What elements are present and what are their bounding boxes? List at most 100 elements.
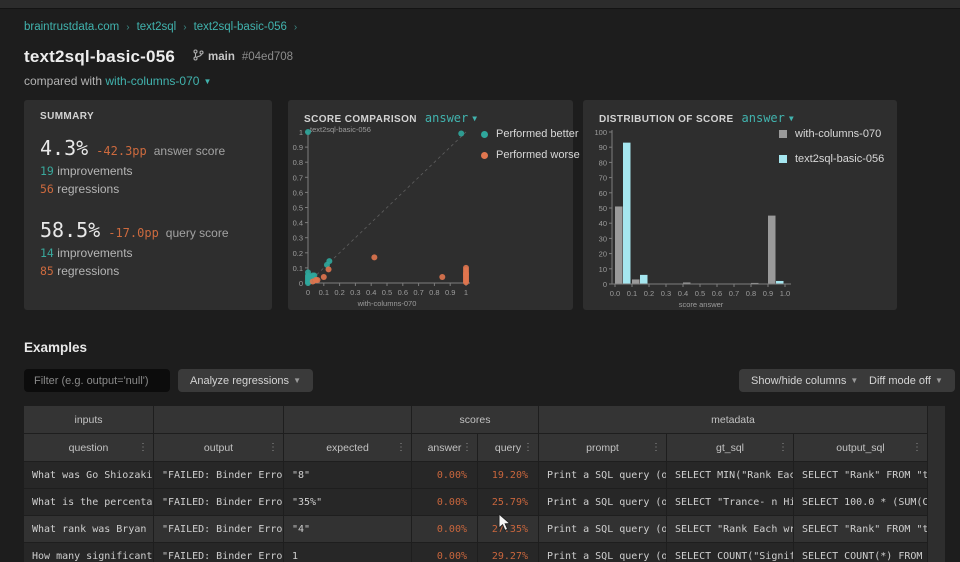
column-header-output[interactable]: output⋮ bbox=[154, 434, 284, 462]
breadcrumb-experiment-link[interactable]: text2sql-basic-056 bbox=[194, 21, 287, 33]
cell-query[interactable]: 27.35% bbox=[478, 516, 539, 543]
svg-text:0.6: 0.6 bbox=[293, 188, 303, 197]
svg-text:80: 80 bbox=[599, 158, 607, 167]
cell-answer[interactable]: 0.00% bbox=[412, 489, 478, 516]
column-header-gt_sql[interactable]: gt_sql⋮ bbox=[667, 434, 794, 462]
column-label: expected bbox=[326, 442, 369, 454]
cell-output[interactable]: "FAILED: Binder Error: Val… bbox=[154, 489, 284, 516]
svg-text:90: 90 bbox=[599, 143, 607, 152]
column-header-query[interactable]: query⋮ bbox=[478, 434, 539, 462]
cell-question[interactable]: What was Go Shiozaki's ran… bbox=[24, 462, 154, 489]
svg-text:60: 60 bbox=[599, 189, 607, 198]
cell-query[interactable]: 29.27% bbox=[478, 543, 539, 562]
column-menu-icon[interactable]: ⋮ bbox=[138, 442, 148, 453]
cell-gt_sql[interactable]: SELECT COUNT("Significant … bbox=[667, 543, 794, 562]
table-row[interactable]: What rank was Bryan Daniel…"FAILED: Bind… bbox=[24, 516, 928, 543]
cell-expected[interactable]: "35%" bbox=[284, 489, 412, 516]
diff-mode-button[interactable]: Diff mode off▼ bbox=[857, 369, 955, 392]
cell-query[interactable]: 25.79% bbox=[478, 489, 539, 516]
answer-regressions-count: 56 bbox=[40, 182, 54, 196]
cell-expected[interactable]: "4" bbox=[284, 516, 412, 543]
analyze-regressions-button[interactable]: Analyze regressions▼ bbox=[178, 369, 313, 392]
window-top-strip bbox=[0, 0, 960, 9]
chevron-down-icon: ▼ bbox=[293, 376, 301, 385]
svg-text:0.4: 0.4 bbox=[678, 289, 688, 298]
cell-gt_sql[interactable]: SELECT "Rank Each wrestler… bbox=[667, 516, 794, 543]
column-menu-icon[interactable]: ⋮ bbox=[396, 442, 406, 453]
git-branch-icon bbox=[193, 48, 204, 66]
cell-expected[interactable]: "8" bbox=[284, 462, 412, 489]
svg-text:20: 20 bbox=[599, 250, 607, 259]
svg-text:1.0: 1.0 bbox=[780, 289, 790, 298]
compared-with-row: compared with with-columns-070▼ bbox=[24, 74, 211, 88]
table-row[interactable]: What is the percentage of …"FAILED: Bind… bbox=[24, 489, 928, 516]
group-header-metadata: metadata bbox=[539, 406, 928, 434]
column-header-output_sql[interactable]: output_sql⋮ bbox=[794, 434, 928, 462]
cell-expected[interactable]: 1 bbox=[284, 543, 412, 562]
svg-text:0.9: 0.9 bbox=[763, 289, 773, 298]
cell-output_sql[interactable]: SELECT "Rank" FROM "table"… bbox=[794, 516, 928, 543]
cell-output_sql[interactable]: SELECT 100.0 * (SUM(CASE W… bbox=[794, 489, 928, 516]
svg-text:0: 0 bbox=[603, 280, 607, 289]
column-menu-icon[interactable]: ⋮ bbox=[912, 442, 922, 453]
compared-experiment-dropdown[interactable]: with-columns-070▼ bbox=[105, 74, 211, 88]
breadcrumb-project-link[interactable]: text2sql bbox=[137, 21, 177, 33]
column-menu-icon[interactable]: ⋮ bbox=[651, 442, 661, 453]
breadcrumb-org-link[interactable]: braintrustdata.com bbox=[24, 21, 119, 33]
cell-output_sql[interactable]: SELECT "Rank" FROM "table"… bbox=[794, 462, 928, 489]
svg-text:100: 100 bbox=[594, 128, 607, 137]
group-header-scores: scores bbox=[412, 406, 539, 434]
cell-question[interactable]: What is the percentage of … bbox=[24, 489, 154, 516]
table-group-header-row: inputsscoresmetadata bbox=[24, 406, 928, 434]
distribution-panel: DISTRIBUTION OF SCORE answer▼ 0102030405… bbox=[583, 100, 897, 310]
table-row[interactable]: How many significant relat…"FAILED: Bind… bbox=[24, 543, 928, 562]
cell-answer[interactable]: 0.00% bbox=[412, 516, 478, 543]
cell-query[interactable]: 19.20% bbox=[478, 462, 539, 489]
cell-answer[interactable]: 0.00% bbox=[412, 462, 478, 489]
cell-prompt[interactable]: Print a SQL query (over a … bbox=[539, 516, 667, 543]
column-header-prompt[interactable]: prompt⋮ bbox=[539, 434, 667, 462]
svg-text:0.7: 0.7 bbox=[413, 288, 423, 297]
column-header-question[interactable]: question⋮ bbox=[24, 434, 154, 462]
svg-text:0.3: 0.3 bbox=[661, 289, 671, 298]
column-header-answer[interactable]: answer⋮ bbox=[412, 434, 478, 462]
cell-prompt[interactable]: Print a SQL query (over a … bbox=[539, 543, 667, 562]
score-comparison-metric-dropdown[interactable]: answer▼ bbox=[425, 111, 477, 125]
column-label: query bbox=[495, 442, 521, 454]
cell-output[interactable]: "FAILED: Binder Error: Ref… bbox=[154, 543, 284, 562]
svg-text:1: 1 bbox=[299, 128, 303, 137]
cell-prompt[interactable]: Print a SQL query (over a … bbox=[539, 489, 667, 516]
git-info: main #04ed708 bbox=[193, 48, 293, 66]
svg-text:0.9: 0.9 bbox=[293, 143, 303, 152]
svg-text:0.8: 0.8 bbox=[293, 158, 303, 167]
svg-text:0.1: 0.1 bbox=[319, 288, 329, 297]
cell-gt_sql[interactable]: SELECT MIN("Rank Each wres… bbox=[667, 462, 794, 489]
legend-item-performed-better: Performed better bbox=[481, 128, 580, 140]
column-menu-icon[interactable]: ⋮ bbox=[268, 442, 278, 453]
svg-text:0.4: 0.4 bbox=[366, 288, 376, 297]
cell-output_sql[interactable]: SELECT COUNT(*) FROM "tabl… bbox=[794, 543, 928, 562]
query-regressions-count: 85 bbox=[40, 264, 54, 278]
table-vertical-scrollbar[interactable] bbox=[928, 406, 945, 562]
show-hide-columns-button[interactable]: Show/hide columns▼ bbox=[739, 369, 870, 392]
cell-output[interactable]: "FAILED: Binder Error: Ref… bbox=[154, 462, 284, 489]
cell-gt_sql[interactable]: SELECT "Trance- n Himalaya… bbox=[667, 489, 794, 516]
distribution-metric-dropdown[interactable]: answer▼ bbox=[742, 111, 794, 125]
filter-input[interactable] bbox=[24, 369, 170, 392]
cell-answer[interactable]: 0.00% bbox=[412, 543, 478, 562]
svg-text:0.1: 0.1 bbox=[627, 289, 637, 298]
column-header-expected[interactable]: expected ⋮ bbox=[284, 434, 412, 462]
svg-text:0.6: 0.6 bbox=[712, 289, 722, 298]
breadcrumb-separator: › bbox=[183, 22, 186, 33]
cell-question[interactable]: How many significant relat… bbox=[24, 543, 154, 562]
cell-prompt[interactable]: Print a SQL query (over a … bbox=[539, 462, 667, 489]
table-row[interactable]: What was Go Shiozaki's ran…"FAILED: Bind… bbox=[24, 462, 928, 489]
group-header-blank bbox=[284, 406, 412, 434]
column-menu-icon[interactable]: ⋮ bbox=[523, 442, 533, 453]
svg-text:0.2: 0.2 bbox=[293, 249, 303, 258]
column-menu-icon[interactable]: ⋮ bbox=[778, 442, 788, 453]
cell-question[interactable]: What rank was Bryan Daniel… bbox=[24, 516, 154, 543]
cell-output[interactable]: "FAILED: Binder Error: Ref… bbox=[154, 516, 284, 543]
column-menu-icon[interactable]: ⋮ bbox=[462, 442, 472, 453]
answer-improvements-label: improvements bbox=[57, 164, 132, 178]
